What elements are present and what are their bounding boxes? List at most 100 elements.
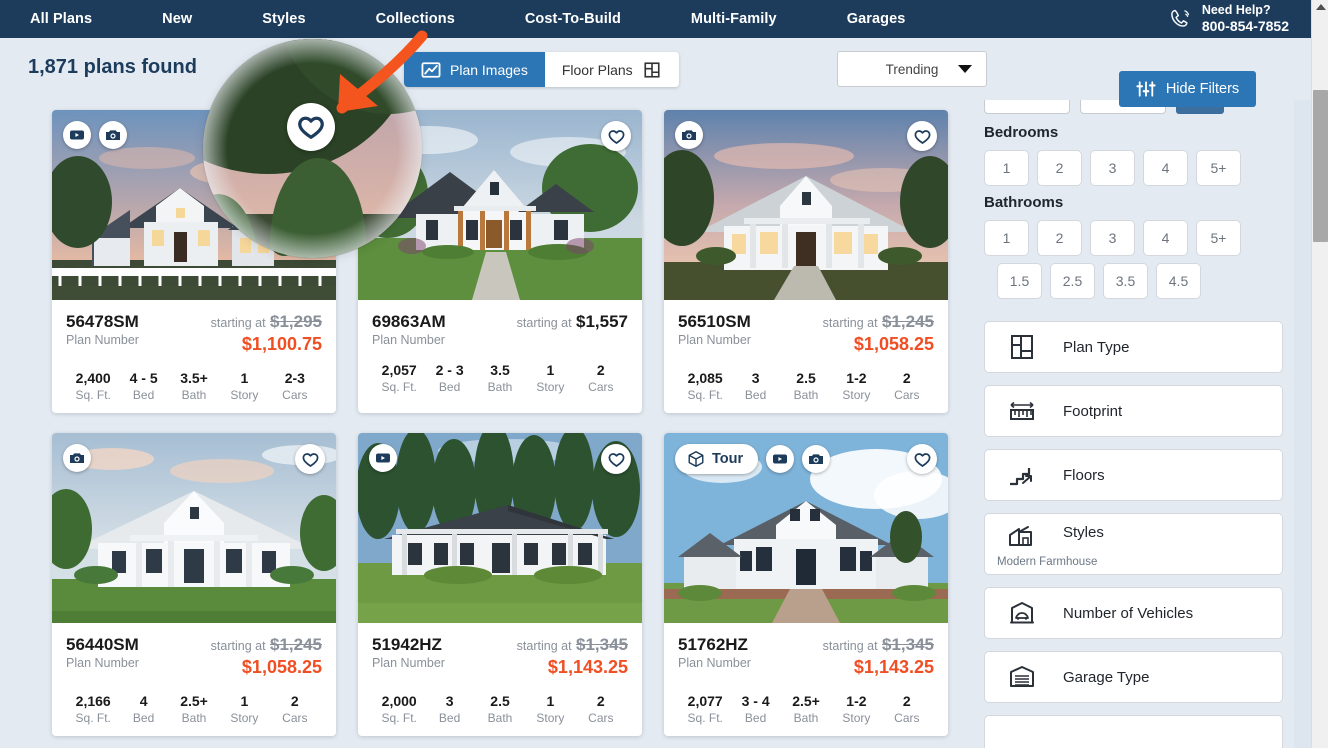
tab-plan-images[interactable]: Plan Images — [404, 52, 545, 87]
house-render-3 — [664, 110, 948, 300]
plan-number: 51762HZ — [678, 635, 748, 654]
nav-item-multi-family[interactable]: Multi-Family — [677, 11, 791, 27]
nav-item-garages[interactable]: Garages — [833, 11, 920, 27]
bathrooms-chip-2-5[interactable]: 2.5 — [1050, 263, 1095, 299]
spec-label: Story — [842, 711, 871, 725]
spec-value: 1 — [240, 370, 249, 386]
favorite-button[interactable] — [601, 444, 631, 474]
nav-item-all-plans[interactable]: All Plans — [16, 11, 106, 27]
filter-floors[interactable]: Floors — [984, 449, 1283, 501]
price-prefix: starting at — [210, 639, 266, 653]
video-badge[interactable] — [369, 444, 397, 472]
bedrooms-chip-3[interactable]: 3 — [1090, 150, 1135, 186]
plan-card[interactable]: Tour 51762HZ Plan Number starting at $1,… — [664, 433, 948, 736]
plan-card[interactable]: 56440SM Plan Number starting at $1,245 $… — [52, 433, 336, 736]
price-block: starting at $1,345 $1,143.25 — [517, 635, 628, 678]
plan-card[interactable]: 56510SM Plan Number starting at $1,245 $… — [664, 110, 948, 413]
bathrooms-chip-4[interactable]: 4 — [1143, 220, 1188, 256]
camera-badge[interactable] — [63, 444, 91, 472]
spec-label: Story — [536, 711, 565, 725]
hide-filters-button[interactable]: Hide Filters — [1119, 71, 1256, 107]
spec-label: Cars — [894, 388, 920, 402]
media-badges — [675, 121, 703, 149]
spec-story: 1-2 Story — [831, 370, 881, 402]
spec-story: 1 Story — [525, 693, 575, 725]
ruler-icon — [999, 398, 1045, 424]
spec-label: Sq. Ft. — [381, 380, 417, 395]
price-sale: $1,100.75 — [241, 334, 322, 354]
plan-card-body: 56440SM Plan Number starting at $1,245 $… — [52, 623, 336, 736]
results-grid-container: 56478SM Plan Number starting at $1,295 $… — [0, 100, 968, 748]
spec-value: 2,077 — [687, 693, 723, 709]
browser-scrollbar[interactable] — [1311, 0, 1328, 748]
bedrooms-chip-2[interactable]: 2 — [1037, 150, 1082, 186]
plan-image[interactable] — [358, 433, 642, 623]
plan-image[interactable] — [664, 110, 948, 300]
spec-sqft: 2,000 Sq. Ft. — [374, 693, 424, 725]
plan-card[interactable]: 51942HZ Plan Number starting at $1,345 $… — [358, 433, 642, 736]
spec-value: 2-3 — [284, 370, 305, 386]
bathrooms-chip-3[interactable]: 3 — [1090, 220, 1135, 256]
bathrooms-chip-3-5[interactable]: 3.5 — [1103, 263, 1148, 299]
magnified-favorite-button[interactable] — [287, 103, 335, 151]
bedrooms-chip-1[interactable]: 1 — [984, 150, 1029, 186]
plan-specs: 2,000 Sq. Ft. 3 Bed 2.5 Bath 1 Story 2 Cars — [372, 693, 628, 725]
filter-garage-type[interactable]: Garage Type — [984, 651, 1283, 703]
min-input-partial[interactable] — [984, 100, 1070, 114]
bedrooms-options: 1 2 3 4 5+ — [984, 150, 1283, 186]
nav-item-new[interactable]: New — [148, 11, 206, 27]
spec-label: Cars — [588, 711, 614, 725]
tour-label: Tour — [712, 451, 744, 467]
scroll-up-arrow-icon[interactable] — [1316, 4, 1326, 10]
spec-value: 2 — [902, 693, 911, 709]
camera-badge[interactable] — [99, 121, 127, 149]
page-root: All Plans New Styles Collections Cost-To… — [0, 0, 1328, 748]
filter-styles[interactable]: Styles Modern Farmhouse — [984, 513, 1283, 575]
plan-number-label: Plan Number — [372, 656, 445, 671]
spec-value: 3 — [445, 693, 454, 709]
bathrooms-chip-5plus[interactable]: 5+ — [1196, 220, 1241, 256]
favorite-button[interactable] — [907, 121, 937, 151]
filter-footprint[interactable]: Footprint — [984, 385, 1283, 437]
camera-badge[interactable] — [802, 445, 831, 473]
video-badge[interactable] — [63, 121, 91, 149]
nav-item-styles[interactable]: Styles — [248, 11, 319, 27]
tour-button[interactable]: Tour — [675, 444, 759, 474]
plan-number-label: Plan Number — [678, 656, 751, 671]
media-badges — [63, 444, 91, 472]
sort-dropdown[interactable]: Trending — [837, 51, 987, 87]
bathrooms-chip-1-5[interactable]: 1.5 — [997, 263, 1042, 299]
bedrooms-chip-4[interactable]: 4 — [1143, 150, 1188, 186]
bathrooms-chip-4-5[interactable]: 4.5 — [1156, 263, 1201, 299]
favorite-button[interactable] — [601, 121, 631, 151]
spec-value: 1-2 — [846, 693, 867, 709]
spec-value: 2 - 3 — [435, 362, 464, 379]
spec-sqft: 2,166 Sq. Ft. — [68, 693, 118, 725]
spec-label: Bed — [438, 711, 461, 725]
filter-label: Plan Type — [1063, 338, 1130, 356]
plan-number: 56478SM — [66, 312, 139, 331]
bedrooms-chip-5plus[interactable]: 5+ — [1196, 150, 1241, 186]
need-help-phone[interactable]: 800-854-7852 — [1202, 18, 1289, 35]
spec-bath: 3.5 Bath — [475, 362, 525, 394]
scrollbar-thumb[interactable] — [1313, 90, 1328, 242]
favorite-button[interactable] — [295, 444, 325, 474]
plan-image[interactable]: Tour — [664, 433, 948, 623]
bathrooms-chip-1[interactable]: 1 — [984, 220, 1029, 256]
nav-item-cost-to-build[interactable]: Cost-To-Build — [511, 11, 635, 27]
favorite-button[interactable] — [907, 444, 937, 474]
video-badge[interactable] — [766, 445, 795, 473]
nav-item-collections[interactable]: Collections — [362, 11, 469, 27]
spec-label: Bed — [744, 388, 767, 402]
price-block: starting at $1,245 $1,058.25 — [823, 312, 934, 355]
filter-plan-type[interactable]: Plan Type — [984, 321, 1283, 373]
need-help-block[interactable]: Need Help? 800-854-7852 — [1167, 3, 1289, 34]
tab-floor-plans[interactable]: Floor Plans — [544, 52, 679, 87]
camera-badge[interactable] — [675, 121, 703, 149]
filter-number-of-vehicles[interactable]: Number of Vehicles — [984, 587, 1283, 639]
plan-image[interactable] — [52, 433, 336, 623]
bathrooms-chip-2[interactable]: 2 — [1037, 220, 1082, 256]
filter-partial-bottom[interactable] — [984, 715, 1283, 748]
heart-icon — [302, 452, 318, 467]
phone-icon — [1170, 9, 1189, 27]
